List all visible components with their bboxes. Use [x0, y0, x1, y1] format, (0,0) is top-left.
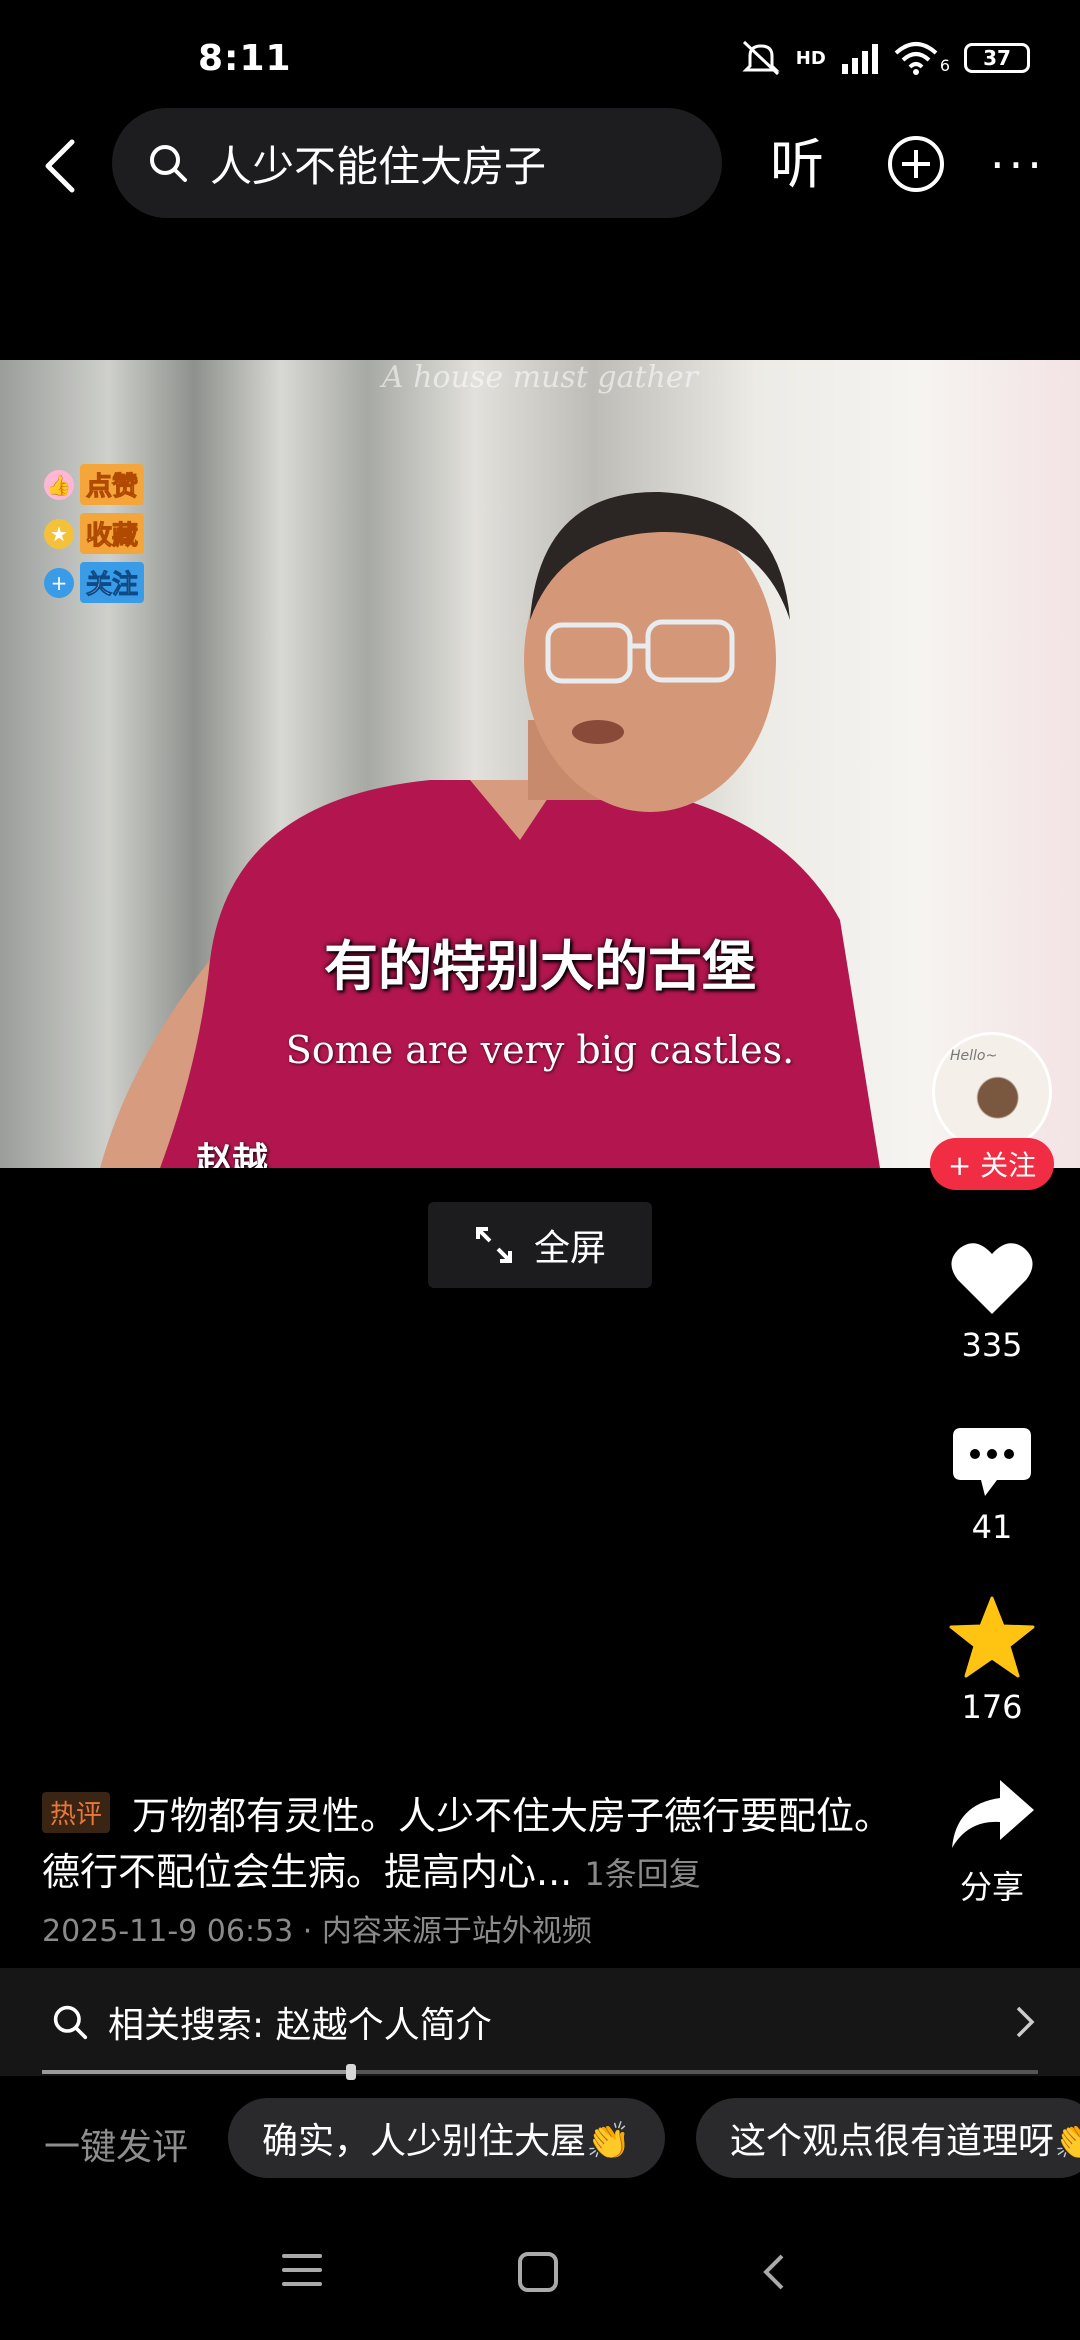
- favorite-count: 176: [961, 1688, 1023, 1726]
- overlay-badge-follow: + 关注: [44, 562, 145, 603]
- plus-circle-icon: [888, 136, 944, 192]
- nav-home-button[interactable]: [518, 2252, 558, 2296]
- wifi-icon: [894, 42, 938, 75]
- follow-button[interactable]: + 关注: [930, 1138, 1054, 1190]
- search-icon: [150, 145, 187, 182]
- overlay-badge-favorite: ★ 收藏: [44, 513, 145, 554]
- overlay-badge-label: 点赞: [80, 464, 145, 505]
- add-button[interactable]: [880, 128, 952, 200]
- square-icon: [518, 2252, 558, 2292]
- thumbs-up-icon: 👍: [44, 469, 74, 500]
- quick-reply-chip[interactable]: 这个观点很有道理呀👏: [696, 2098, 1080, 2178]
- fullscreen-label: 全屏: [533, 1228, 606, 1269]
- nav-back-button[interactable]: [760, 2252, 788, 2296]
- share-label: 分享: [959, 1868, 1024, 1906]
- avatar-text: Hello~: [950, 1048, 998, 1064]
- star-icon: [949, 1596, 1035, 1678]
- overlay-badge-like: 👍 点赞: [44, 464, 145, 505]
- comment-button[interactable]: 41: [940, 1426, 1044, 1546]
- quick-reply-chip[interactable]: 确实，人少别住大屋👏: [228, 2098, 665, 2178]
- comment-count: 41: [971, 1508, 1013, 1546]
- search-icon: [53, 2005, 88, 2040]
- expand-icon: [475, 1227, 512, 1263]
- heart-icon: [951, 1243, 1033, 1314]
- back-button[interactable]: [24, 130, 96, 202]
- status-time: 8:11: [198, 38, 292, 79]
- hot-comment[interactable]: 万物都有灵性。人少不住大房子德行要配位。德行不配位会生病。提高内心... 1条回…: [42, 1788, 892, 1902]
- signal-icon: [841, 44, 878, 74]
- favorite-button[interactable]: 176: [940, 1596, 1044, 1726]
- comment-bubble-icon: [953, 1428, 1031, 1496]
- subtitle-english: Some are very big castles.: [285, 1028, 795, 1072]
- wifi-badge: 6: [939, 55, 950, 75]
- network-hd-label: HD: [795, 47, 826, 69]
- speaker-name-tag: 赵越: [196, 1141, 269, 1168]
- plus-icon: +: [44, 567, 74, 598]
- star-icon: ★: [44, 518, 74, 549]
- nav-menu-button[interactable]: [282, 2252, 322, 2292]
- like-count: 335: [961, 1326, 1023, 1364]
- reply-count-link[interactable]: 1条回复: [584, 1855, 700, 1893]
- menu-icon: [282, 2254, 322, 2286]
- share-arrow-icon: [952, 1780, 1034, 1848]
- chevron-left-icon: [763, 2254, 784, 2290]
- video-progress-handle[interactable]: [346, 2064, 356, 2080]
- share-button[interactable]: 分享: [940, 1776, 1044, 1908]
- hot-comment-badge: 热评: [42, 1792, 111, 1833]
- related-search-label: 相关搜索: 赵越个人简介: [108, 2005, 492, 2046]
- video-progress-fill: [42, 2070, 351, 2074]
- like-button[interactable]: 335: [940, 1240, 1044, 1364]
- quick-comment-label: 一键发评: [44, 2127, 189, 2168]
- overlay-badge-label: 关注: [80, 562, 145, 603]
- fullscreen-button[interactable]: 全屏: [428, 1202, 652, 1288]
- listen-button[interactable]: 听: [770, 130, 824, 200]
- more-options-button[interactable]: ···: [990, 130, 1046, 200]
- video-overlay-badges: 👍 点赞 ★ 收藏 + 关注: [44, 464, 145, 603]
- more-dots-icon: ···: [990, 138, 1046, 192]
- post-meta: 2025-11-9 06:53 · 内容来源于站外视频: [42, 1914, 592, 1949]
- subtitle-chinese: 有的特别大的古堡: [324, 935, 756, 998]
- overlay-badge-label: 收藏: [80, 513, 145, 554]
- video-player[interactable]: A house must gather 👍 点赞 ★ 收藏 + 关注 有的特别大…: [0, 360, 1080, 1168]
- status-icons: HD 6 37: [740, 40, 1030, 76]
- related-search-bar[interactable]: 相关搜索: 赵越个人简介: [0, 1968, 1080, 2076]
- battery-indicator: 37: [964, 43, 1030, 73]
- search-query[interactable]: 人少不能住大房子: [210, 133, 546, 194]
- mute-icon: [742, 40, 780, 76]
- hot-comment-text: 万物都有灵性。人少不住大房子德行要配位。德行不配位会生病。提高内心...: [42, 1794, 893, 1894]
- search-box[interactable]: 人少不能住大房子: [112, 108, 722, 218]
- chevron-right-icon: [1016, 2006, 1035, 2038]
- chevron-left-icon: [45, 139, 75, 193]
